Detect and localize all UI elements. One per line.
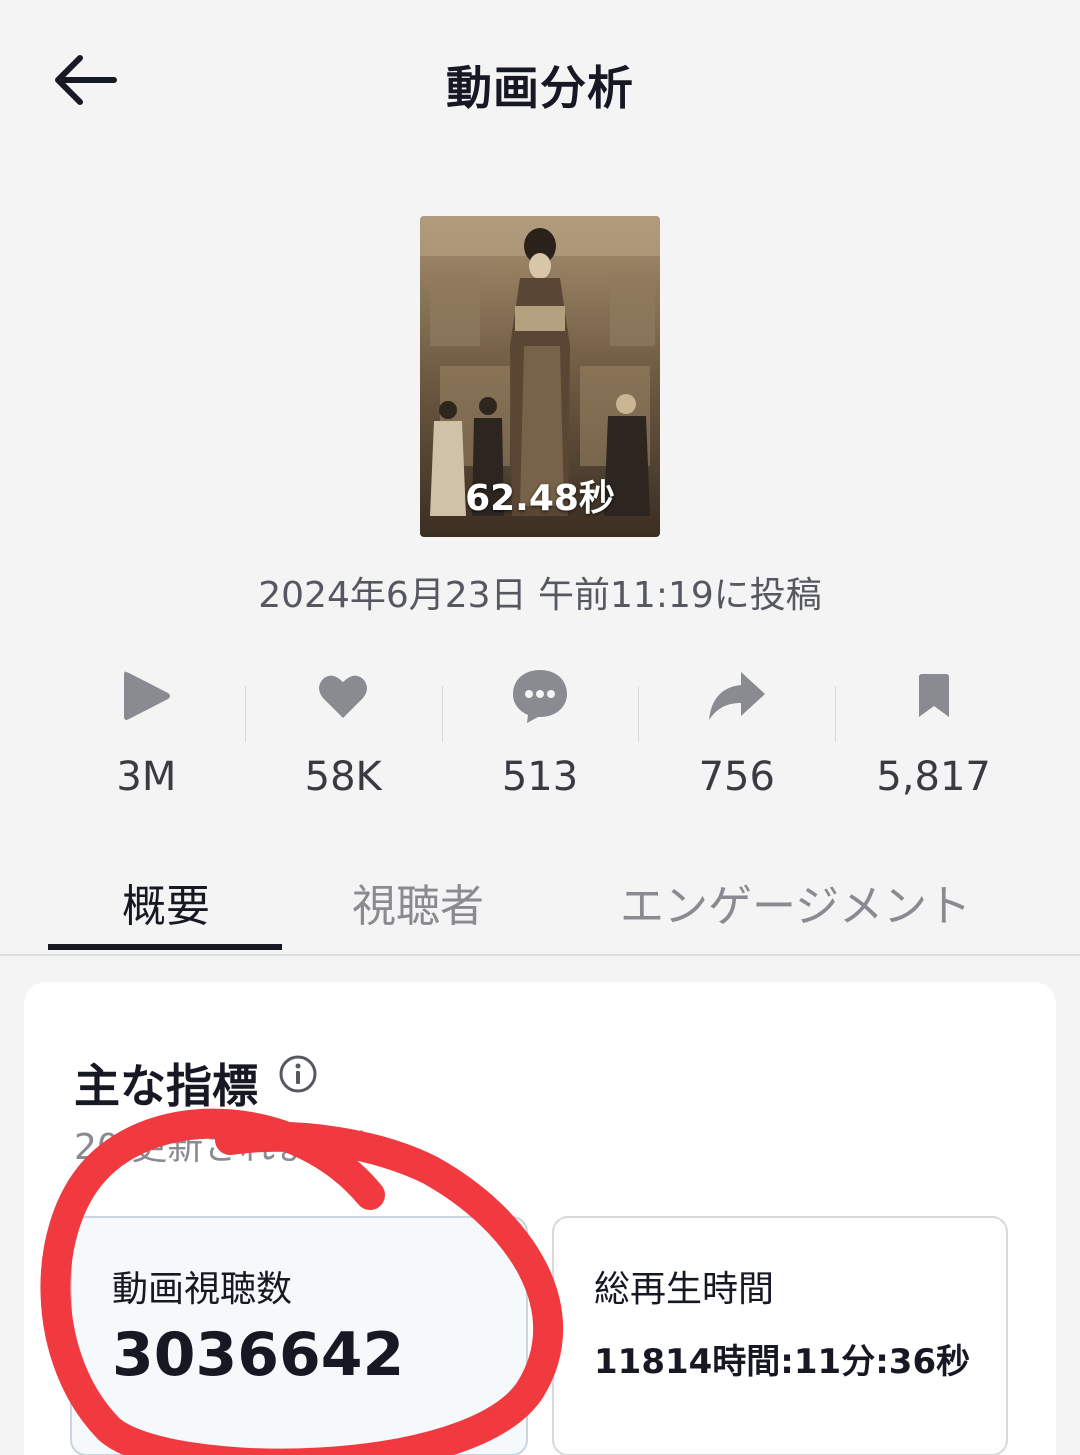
section-title: 主な指標 bbox=[74, 1059, 258, 1113]
video-thumbnail[interactable]: 62.48秒 bbox=[420, 216, 660, 537]
tab-bar: 概要 視聴者 エンゲージメント bbox=[0, 860, 1080, 956]
header: 動画分析 bbox=[0, 0, 1080, 160]
tab-viewers[interactable]: 視聴者 bbox=[352, 870, 484, 934]
stat-value: 3M bbox=[116, 754, 177, 800]
stat-value: 756 bbox=[698, 754, 775, 800]
metric-value: 3036642 bbox=[112, 1320, 405, 1390]
video-duration: 62.48秒 bbox=[465, 478, 615, 519]
stats-row: 3M 58K 513 756 5,817 bbox=[48, 660, 1032, 810]
last-updated-text: 20 更新されました。 bbox=[74, 1127, 420, 1168]
stat-saves[interactable]: 5,817 bbox=[835, 660, 1032, 810]
comment-icon bbox=[442, 664, 639, 728]
posted-date: 2024年6月23日 午前11:19に投稿 bbox=[258, 575, 822, 616]
metric-value: 11814時間:11分:36秒 bbox=[594, 1342, 971, 1382]
stat-views[interactable]: 3M bbox=[48, 660, 245, 810]
tab-overview[interactable]: 概要 bbox=[122, 870, 210, 934]
share-icon bbox=[638, 664, 835, 728]
metric-label: 総再生時間 bbox=[594, 1269, 775, 1310]
metric-label: 動画視聴数 bbox=[112, 1269, 293, 1310]
stat-value: 58K bbox=[304, 754, 382, 800]
page-title: 動画分析 bbox=[446, 61, 634, 115]
play-icon bbox=[48, 664, 245, 728]
stat-comments[interactable]: 513 bbox=[441, 660, 639, 810]
metric-total-play-time[interactable]: 総再生時間 11814時間:11分:36秒 bbox=[552, 1216, 1008, 1455]
bookmark-icon bbox=[835, 664, 1032, 728]
key-metrics-card: 主な指標 20 更新されました。 動画視聴数 3036642 総再生時間 118… bbox=[24, 982, 1056, 1455]
active-tab-indicator bbox=[48, 944, 282, 950]
metric-video-views[interactable]: 動画視聴数 3036642 bbox=[70, 1216, 528, 1455]
stat-value: 513 bbox=[501, 754, 579, 800]
stat-likes[interactable]: 58K bbox=[244, 660, 442, 810]
heart-icon bbox=[245, 664, 442, 728]
stat-shares[interactable]: 756 bbox=[638, 660, 835, 810]
stat-value: 5,817 bbox=[876, 754, 991, 800]
tab-engagement[interactable]: エンゲージメント bbox=[620, 870, 971, 934]
info-icon[interactable] bbox=[278, 1054, 318, 1094]
